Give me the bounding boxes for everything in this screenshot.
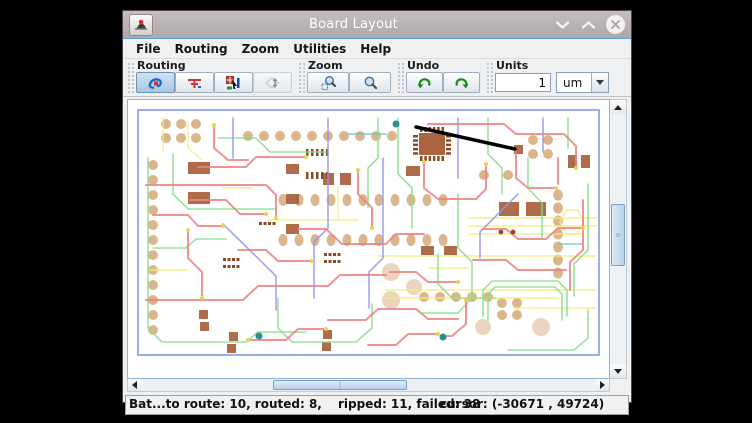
scrollbar-corner [610,379,627,392]
status-batch-text: Bat...to route: 10, routed: 8, [129,397,322,411]
toolbar-group-zoom: Zoom [298,60,391,95]
select-items-button[interactable] [214,72,253,93]
toolbar: Routing [123,59,631,97]
vertical-scroll-thumb[interactable]: ≡ [611,204,625,266]
drag-handle[interactable] [397,62,404,93]
pull-tight-button[interactable] [253,72,292,93]
menu-bar: File Routing Zoom Utilities Help [123,39,631,59]
route-tracks-button[interactable] [175,72,214,93]
board-viewport: ≡ | [127,99,627,392]
select-icon [225,75,242,91]
units-value-input[interactable] [495,73,551,92]
title-bar[interactable]: Board Layout [123,11,631,39]
zoom-region-button[interactable] [307,72,349,93]
menu-utilities[interactable]: Utilities [286,41,353,57]
zoom-out-button[interactable] [349,72,391,93]
arrow-down-icon [614,369,622,374]
undo-button[interactable] [406,72,443,93]
status-cursor-text: cursor: (-30671 , 49724) [440,397,604,411]
units-dropdown[interactable]: um [556,72,609,93]
chevron-up-icon [582,21,595,29]
group-label-units: Units [496,60,609,71]
minimize-button[interactable] [554,17,570,33]
scroll-down-button[interactable] [610,364,626,378]
app-icon [129,14,153,36]
undo-icon [416,75,433,91]
status-bar: Bat...to route: 10, routed: 8, ripped: 1… [125,395,629,415]
vertical-scrollbar[interactable]: ≡ [610,99,627,379]
track-icon [186,75,203,91]
redo-icon [453,75,470,91]
menu-zoom[interactable]: Zoom [235,41,287,57]
toolbar-group-undo: Undo [397,60,480,95]
vertical-scroll-track[interactable]: ≡ [610,114,626,364]
arrow-left-icon [132,381,137,389]
toolbar-group-routing: Routing [127,60,292,95]
zoom-out-icon [362,75,379,91]
redo-button[interactable] [443,72,480,93]
horizontal-scroll-thumb[interactable]: | [273,380,407,390]
scroll-up-button[interactable] [610,100,626,114]
drag-handle[interactable] [486,62,493,93]
arrow-right-icon [600,381,605,389]
zoom-region-icon [320,75,337,91]
scroll-left-button[interactable] [128,379,141,391]
drag-handle[interactable] [127,62,134,93]
group-label-zoom: Zoom [308,60,391,71]
pcb-drawing [128,100,609,378]
arrow-up-icon [614,105,622,110]
group-label-routing: Routing [137,60,292,71]
app-icon-glyph [133,18,149,32]
close-icon [611,20,620,29]
horizontal-scroll-track[interactable]: | [141,379,596,391]
close-button[interactable] [606,15,625,34]
scroll-right-button[interactable] [596,379,609,391]
window-title: Board Layout [153,17,554,32]
drag-handle[interactable] [298,62,305,93]
board-layout-window: Board Layout File Routing Zoom Util [122,10,632,403]
pull-tight-icon [264,75,281,91]
autoroute-button[interactable] [136,72,175,93]
board-canvas[interactable] [127,99,610,379]
autoroute-icon [147,75,164,91]
chevron-down-icon [556,21,569,29]
chevron-down-icon [596,80,604,85]
group-label-undo: Undo [407,60,480,71]
menu-help[interactable]: Help [353,41,398,57]
menu-routing[interactable]: Routing [168,41,235,57]
dropdown-arrow-button[interactable] [591,73,608,92]
toolbar-group-units: Units um [486,60,609,95]
horizontal-scrollbar[interactable]: | [127,379,610,392]
maximize-button[interactable] [580,17,596,33]
menu-file[interactable]: File [129,41,168,57]
units-selected: um [557,76,591,90]
